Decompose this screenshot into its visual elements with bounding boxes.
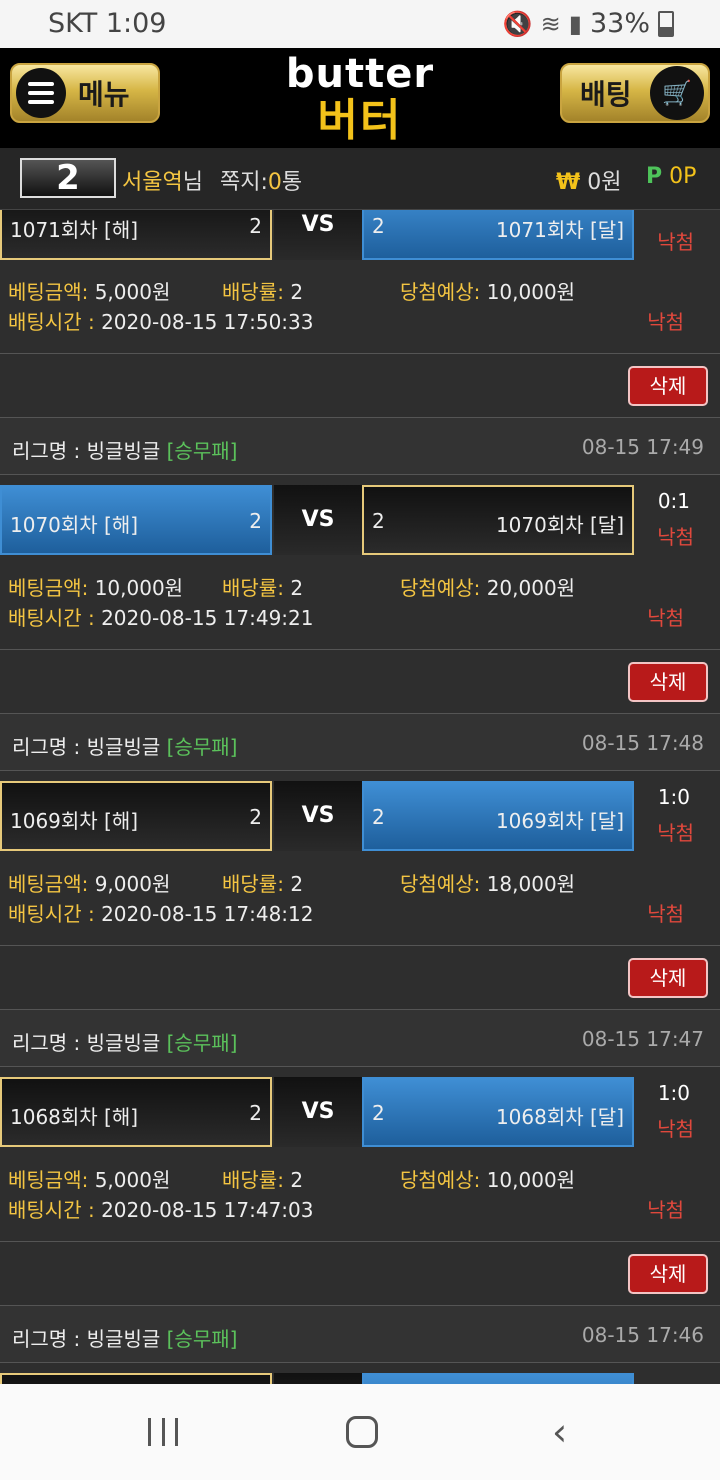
won-icon: ₩	[556, 170, 581, 195]
bet-info: 베팅금액: 5,000원 배당률: 2 당첨예상: 10,000원 배팅시간 :…	[8, 1168, 684, 1222]
match-score: 1:0	[657, 785, 690, 809]
match-result: 낙첨	[657, 821, 694, 845]
delete-button[interactable]: 삭제	[628, 958, 708, 998]
level-badge: 2	[20, 158, 116, 198]
delete-row: 삭제	[0, 945, 720, 1009]
home-team[interactable]	[0, 1373, 272, 1384]
battery-percent: 33%	[589, 8, 650, 39]
away-team[interactable]: 2 1070회차 [달]	[362, 485, 634, 555]
home-icon[interactable]	[346, 1416, 378, 1448]
away-team[interactable]: 2 1071회차 [달]	[362, 210, 634, 260]
match-row	[0, 1373, 720, 1384]
wifi-icon: ≋	[540, 9, 561, 38]
match-result: 낙첨	[657, 525, 694, 549]
points: P 0P	[646, 164, 697, 189]
delete-row: 삭제	[0, 353, 720, 417]
match-row: 1070회차 [해] 2 VS 2 1070회차 [달] 0:1 낙첨	[0, 485, 720, 557]
logo-en: butter	[285, 51, 435, 97]
vs-label	[274, 1373, 362, 1384]
signal-icon: ▮	[568, 9, 582, 38]
vs-label: VS	[274, 485, 362, 555]
delete-button[interactable]: 삭제	[628, 366, 708, 406]
bet-info: 베팅금액: 5,000원 배당률: 2 당첨예상: 10,000원 배팅시간 :…	[8, 280, 684, 334]
home-team[interactable]: 1071회차 [해] 2	[0, 210, 272, 260]
bet-cart-button[interactable]: 배팅 🛒	[560, 63, 710, 123]
game-time: 08-15 17:47	[581, 1027, 704, 1051]
back-icon[interactable]: ‹	[552, 1410, 567, 1454]
match-row: 1071회차 [해] 2 VS 2 1071회차 [달] 낙첨	[0, 210, 720, 262]
game-time: 08-15 17:49	[581, 435, 704, 459]
delete-row: 삭제	[0, 1241, 720, 1305]
match-row: 1069회차 [해] 2 VS 2 1069회차 [달] 1:0 낙첨	[0, 781, 720, 853]
username: 서울역님	[122, 170, 203, 195]
delete-button[interactable]: 삭제	[628, 662, 708, 702]
league-header: 리그명 : 빙글빙글 [승무패] 08-15 17:46	[0, 1305, 720, 1363]
menu-label: 메뉴	[78, 78, 130, 111]
home-team[interactable]: 1068회차 [해] 2	[0, 1077, 272, 1147]
away-team[interactable]	[362, 1373, 634, 1384]
league-header: 리그명 : 빙글빙글 [승무패] 08-15 17:49	[0, 417, 720, 475]
match-score: 0:1	[657, 489, 690, 513]
battery-icon	[658, 10, 674, 37]
messages-link[interactable]: 쪽지:0통	[220, 164, 302, 196]
home-team[interactable]: 1070회차 [해] 2	[0, 485, 272, 555]
vs-label: VS	[274, 781, 362, 851]
balance: ₩ 0원	[556, 170, 622, 195]
bet-result: 낙첨	[647, 1198, 684, 1222]
status-bar: SKT 1:09 🔇 ≋ ▮ 33%	[0, 0, 720, 48]
bet-result: 낙첨	[647, 310, 684, 334]
cart-icon: 🛒	[650, 66, 704, 120]
points-icon: P	[646, 164, 663, 189]
bet-history-list[interactable]: 1071회차 [해] 2 VS 2 1071회차 [달] 낙첨 베팅금액: 5,00…	[0, 210, 720, 1384]
game-time: 08-15 17:48	[581, 731, 704, 755]
system-nav-bar: ‹	[0, 1384, 720, 1480]
mute-icon: 🔇	[502, 9, 533, 38]
bet-label: 배팅	[580, 78, 632, 111]
league-header: 리그명 : 빙글빙글 [승무패] 08-15 17:47	[0, 1009, 720, 1067]
match-result: 낙첨	[657, 230, 694, 254]
menu-button[interactable]: 메뉴	[10, 63, 160, 123]
carrier-time: SKT 1:09	[48, 8, 167, 39]
user-bar: 2 서울역님 쪽지:0통 ₩ 0원 P 0P	[0, 148, 720, 210]
league-header: 리그명 : 빙글빙글 [승무패] 08-15 17:48	[0, 713, 720, 771]
home-team[interactable]: 1069회차 [해] 2	[0, 781, 272, 851]
match-row: 1068회차 [해] 2 VS 2 1068회차 [달] 1:0 낙첨	[0, 1077, 720, 1149]
menu-icon	[16, 68, 66, 118]
game-time: 08-15 17:46	[581, 1323, 704, 1347]
away-team[interactable]: 2 1068회차 [달]	[362, 1077, 634, 1147]
delete-button[interactable]: 삭제	[628, 1254, 708, 1294]
match-result: 낙첨	[657, 1117, 694, 1141]
logo[interactable]: butter 버터	[272, 52, 448, 146]
away-team[interactable]: 2 1069회차 [달]	[362, 781, 634, 851]
delete-row: 삭제	[0, 649, 720, 713]
bet-info: 베팅금액: 9,000원 배당률: 2 당첨예상: 18,000원 배팅시간 :…	[8, 872, 684, 926]
vs-label: VS	[274, 210, 362, 260]
top-bar: 메뉴 butter 버터 배팅 🛒	[0, 48, 720, 148]
status-icons: 🔇 ≋ ▮ 33%	[503, 8, 674, 39]
match-score: 1:0	[657, 1081, 690, 1105]
bet-info: 베팅금액: 10,000원 배당률: 2 당첨예상: 20,000원 배팅시간 …	[8, 576, 684, 630]
bet-result: 낙첨	[647, 902, 684, 926]
recent-apps-icon[interactable]	[148, 1418, 178, 1446]
logo-ko: 버터	[317, 95, 403, 146]
bet-result: 낙첨	[647, 606, 684, 630]
vs-label: VS	[274, 1077, 362, 1147]
